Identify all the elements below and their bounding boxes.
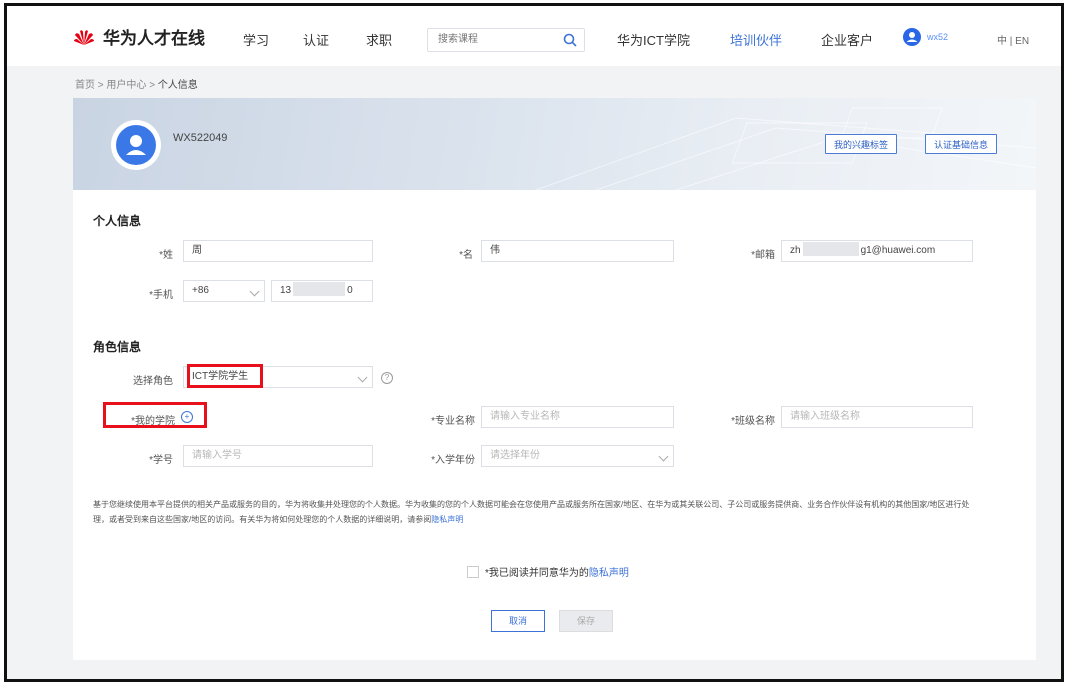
- search-icon[interactable]: [562, 32, 578, 48]
- nav-link-training-partner[interactable]: 培训伙伴: [730, 30, 782, 49]
- enroll-year-select[interactable]: 请选择年份: [481, 445, 674, 467]
- breadcrumb-separator: >: [97, 80, 104, 91]
- phone-redaction: [293, 282, 346, 296]
- email-input[interactable]: zh g1@huawei.com: [781, 240, 973, 262]
- brand-logo[interactable]: 华为人才在线: [73, 24, 205, 49]
- profile-avatar[interactable]: [111, 120, 161, 170]
- major-input[interactable]: 请输入专业名称: [481, 406, 674, 428]
- highlight-box-role: [187, 364, 263, 388]
- email-redaction: [802, 242, 859, 256]
- given-name-input[interactable]: 伟: [481, 240, 674, 262]
- enroll-year-label: *入学年份: [431, 455, 475, 466]
- certification-info-button[interactable]: 认证基础信息: [925, 134, 998, 154]
- huawei-logo-icon: [73, 28, 95, 46]
- user-avatar-icon: [116, 125, 156, 165]
- search-box: [427, 28, 585, 52]
- breadcrumb: 首页 > 用户中心 > 个人信息: [75, 76, 198, 91]
- class-input[interactable]: 请输入班级名称: [781, 406, 973, 428]
- search-input[interactable]: [436, 33, 560, 46]
- profile-username: WX522049: [173, 132, 228, 144]
- cancel-button[interactable]: 取消: [491, 610, 545, 632]
- privacy-notice-text: 基于您继续使用本平台提供的相关产品或服务的目的，华为将收集并处理您的个人数据。华…: [93, 500, 970, 524]
- phone-country-code: +86: [192, 285, 209, 296]
- agree-text: *我已阅读并同意华为的隐私声明: [485, 568, 629, 579]
- role-select-label: 选择角色: [133, 376, 173, 387]
- language-switch[interactable]: 中 | EN: [997, 32, 1029, 47]
- nav-link-jobs[interactable]: 求职: [366, 30, 392, 49]
- breadcrumb-user-center[interactable]: 用户中心: [106, 80, 146, 91]
- interest-tags-button[interactable]: 我的兴趣标签: [825, 134, 898, 154]
- student-no-label: *学号: [149, 455, 173, 466]
- surname-input[interactable]: 周: [183, 240, 373, 262]
- privacy-notice: 基于您继续使用本平台提供的相关产品或服务的目的，华为将收集并处理您的个人数据。华…: [93, 497, 973, 527]
- top-nav: 华为人才在线 学习 认证 求职 华为ICT学院 培训伙伴 企业客户 wx52 中…: [7, 6, 1061, 66]
- user-avatar-icon[interactable]: [903, 28, 921, 46]
- highlight-box-college: [103, 402, 207, 428]
- agree-row: *我已阅读并同意华为的隐私声明: [467, 564, 629, 579]
- nav-link-certification[interactable]: 认证: [303, 30, 329, 49]
- role-info-title: 角色信息: [93, 340, 142, 354]
- phone-label: *手机: [149, 290, 173, 301]
- chevron-down-icon: [658, 451, 669, 462]
- breadcrumb-separator: >: [149, 80, 156, 91]
- agree-privacy-link[interactable]: 隐私声明: [589, 568, 629, 579]
- phone-input[interactable]: 13 0: [271, 280, 373, 302]
- breadcrumb-current: 个人信息: [157, 80, 198, 91]
- nav-link-learning[interactable]: 学习: [243, 30, 269, 49]
- user-name-short[interactable]: wx52: [927, 32, 948, 42]
- email-value-end: g1@huawei.com: [860, 245, 936, 256]
- privacy-notice-link[interactable]: 隐私声明: [431, 515, 463, 524]
- email-label: *邮箱: [751, 250, 775, 261]
- enroll-year-placeholder: 请选择年份: [490, 450, 540, 461]
- nav-link-enterprise[interactable]: 企业客户: [821, 30, 873, 49]
- phone-country-code-select[interactable]: +86: [183, 280, 265, 302]
- phone-value-start: 13: [280, 285, 292, 296]
- major-label: *专业名称: [431, 416, 475, 427]
- class-label: *班级名称: [731, 416, 775, 427]
- help-icon[interactable]: ?: [381, 372, 393, 384]
- browser-frame: 华为人才在线 学习 认证 求职 华为ICT学院 培训伙伴 企业客户 wx52 中…: [4, 3, 1064, 682]
- surname-label: *姓: [159, 250, 173, 261]
- agree-checkbox[interactable]: [467, 565, 479, 578]
- nav-link-ict-academy[interactable]: 华为ICT学院: [617, 30, 690, 49]
- given-name-label: *名: [459, 250, 473, 261]
- personal-info-title: 个人信息: [93, 214, 142, 228]
- chevron-down-icon: [357, 372, 368, 383]
- student-no-input[interactable]: 请输入学号: [183, 445, 373, 467]
- brand-name: 华为人才在线: [103, 29, 205, 48]
- chevron-down-icon: [249, 286, 260, 297]
- phone-value-end: 0: [347, 285, 353, 296]
- save-button[interactable]: 保存: [559, 610, 613, 632]
- breadcrumb-home[interactable]: 首页: [75, 80, 95, 91]
- profile-form-card: 个人信息 *姓 周 *名 伟 *邮箱 zh g1@huawei.com *手机 +…: [73, 190, 1036, 660]
- email-value-start: zh: [790, 245, 801, 256]
- profile-banner: WX522049 我的兴趣标签 认证基础信息: [73, 98, 1036, 190]
